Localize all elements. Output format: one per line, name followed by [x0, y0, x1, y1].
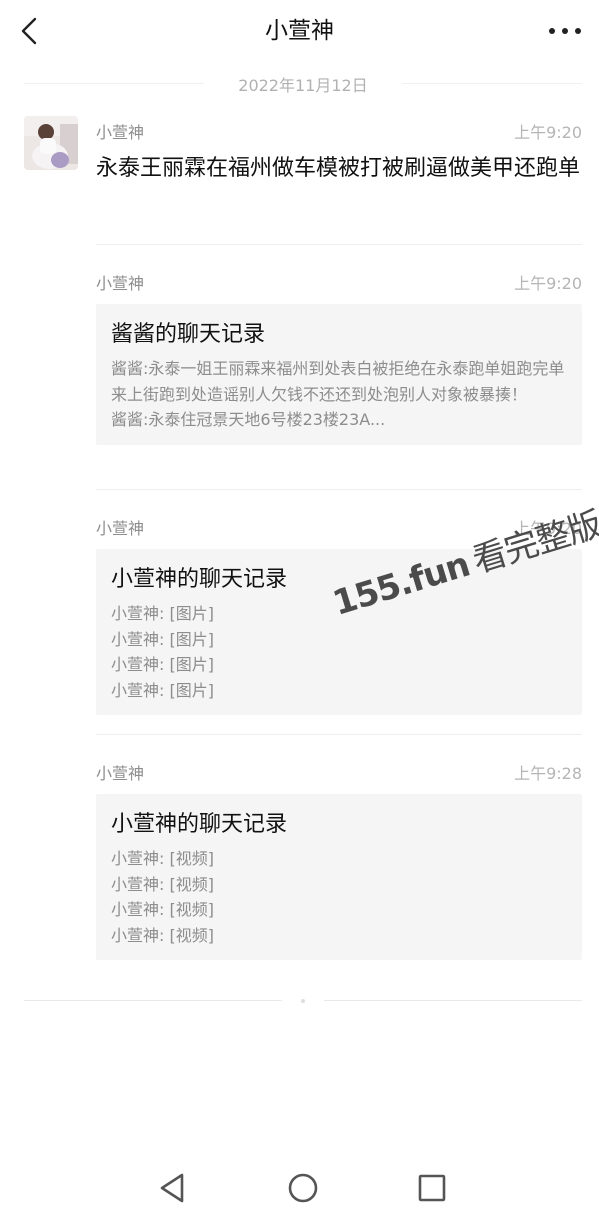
nav-home-button[interactable]	[285, 1170, 321, 1206]
card-line: 酱酱:永泰一姐王丽霖来福州到处表白被拒绝在永泰跑单姐跑完单来上街跑到处造谣别人欠…	[111, 359, 565, 404]
card-line: 小萱神: [图片]	[111, 629, 214, 649]
message-item: 小萱神 上午9:20 永泰王丽霖在福州做车模被打被刷逼做美甲还跑单	[96, 119, 582, 187]
card-line: 小萱神: [视频]	[111, 874, 214, 894]
triangle-back-icon	[160, 1173, 184, 1203]
square-recents-icon	[418, 1174, 446, 1202]
card-line: 小萱神: [视频]	[111, 849, 214, 868]
chat-history-card[interactable]: 酱酱的聊天记录 酱酱:永泰一姐王丽霖来福州到处表白被拒绝在永泰跑单姐跑完单来上街…	[96, 304, 582, 445]
message-time: 上午9:28	[514, 764, 582, 783]
divider	[96, 489, 582, 490]
system-nav-bar	[0, 1150, 599, 1223]
separator-dot	[301, 999, 305, 1003]
nav-recents-button[interactable]	[414, 1170, 450, 1206]
message-time: 上午9:20	[514, 274, 582, 293]
card-title: 小萱神的聊天记录	[111, 812, 288, 837]
card-line: 小萱神: [图片]	[111, 655, 214, 674]
end-separator	[24, 995, 582, 1007]
card-line: 小萱神: [视频]	[111, 925, 214, 945]
divider	[96, 734, 582, 735]
circle-home-icon	[288, 1173, 318, 1203]
nav-back-button[interactable]	[154, 1170, 190, 1206]
chat-history-card[interactable]: 小萱神的聊天记录 小萱神: [视频] 小萱神: [视频] 小萱神: [视频] 小…	[96, 794, 582, 960]
divider	[96, 244, 582, 245]
card-line: 小萱神: [图片]	[111, 680, 214, 700]
divider	[402, 83, 582, 84]
top-bar: 小萱神	[0, 0, 599, 62]
message-time: 上午9:20	[514, 123, 582, 142]
avatar[interactable]	[24, 116, 78, 170]
message-item: 小萱神 上午9:20 酱酱的聊天记录 酱酱:永泰一姐王丽霖来福州到处表白被拒绝在…	[96, 270, 582, 445]
message-text[interactable]: 永泰王丽霖在福州做车模被打被刷逼做美甲还跑单	[96, 151, 582, 187]
date-label: 2022年11月12日	[238, 76, 368, 95]
sender-name: 小萱神	[96, 519, 145, 538]
more-horizontal-icon	[549, 28, 581, 34]
date-separator: 2022年11月12日	[24, 70, 582, 96]
sender-name: 小萱神	[96, 123, 145, 142]
card-line: 小萱神: [视频]	[111, 900, 214, 919]
sender-name: 小萱神	[96, 764, 145, 783]
divider	[24, 1000, 282, 1001]
message-item: 小萱神 上午9:28 小萱神的聊天记录 小萱神: [视频] 小萱神: [视频] …	[96, 760, 582, 960]
avatar-image	[24, 116, 78, 170]
page-title: 小萱神	[265, 18, 334, 44]
sender-name: 小萱神	[96, 274, 145, 293]
card-line: 酱酱:永泰住冠景天地6号楼23楼23A...	[111, 410, 386, 429]
card-title: 酱酱的聊天记录	[111, 322, 266, 347]
more-button[interactable]	[547, 18, 583, 44]
divider	[324, 1000, 582, 1001]
